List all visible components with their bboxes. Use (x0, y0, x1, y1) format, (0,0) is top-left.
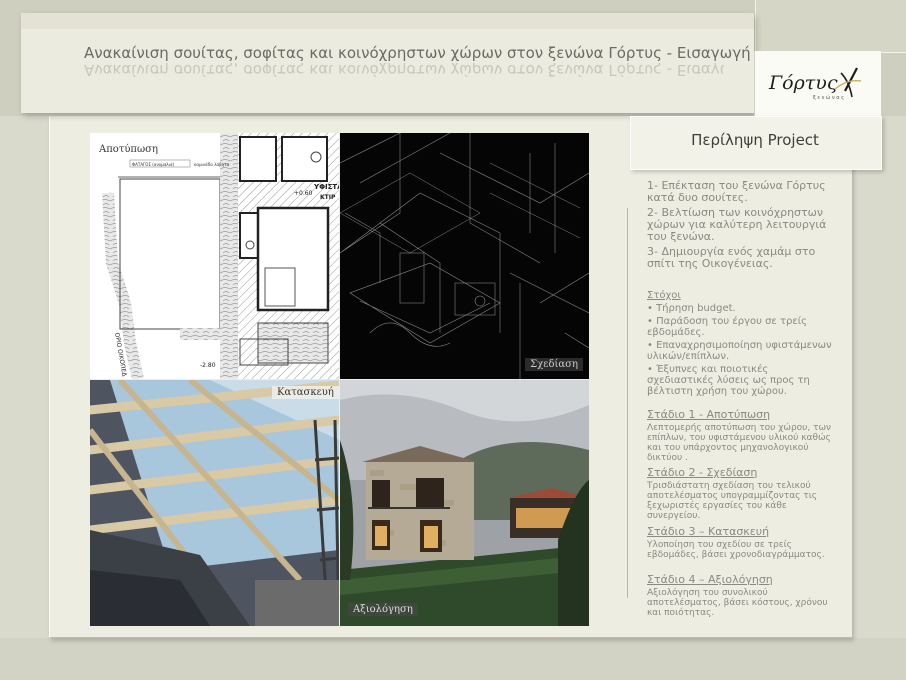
stage-4-text: Αξιολόγηση του συνολικού αποτελέσματος, … (647, 588, 828, 618)
goal-item: • Τήρηση budget. (647, 303, 736, 314)
logo: Γόρτυς ξ ε ν ώ ν α ς (754, 51, 881, 117)
intro-list: 1- Επέκταση του ξενώνα Γόρτυς κατά δυο σ… (647, 180, 837, 273)
bottom-band (0, 638, 906, 680)
survey-building-label: ΚΤΙΡ (320, 194, 336, 201)
goals-section: Στόχοι • Τήρηση budget. • Παράδοση του έ… (647, 290, 837, 399)
intro-item: 1- Επέκταση του ξενώνα Γόρτυς κατά δυο σ… (647, 179, 826, 204)
construction-image: Κατασκευή (90, 380, 339, 626)
column-divider (627, 208, 628, 598)
survey-label: Αποτύπωση (94, 143, 163, 156)
survey-drainage-label: καμινάδα λάβητα (194, 162, 230, 167)
goal-item: • Έξυπνες και ποιοτικές σχεδιαστικές λύσ… (647, 364, 810, 397)
stage-2-text: Τρισδιάστατη σχεδίαση του τελικού αποτελ… (647, 481, 818, 521)
floor-plan-drawing: ΦΑΤΑΓΟΣ (ανομαλιά) καμινάδα λάβητα ΥΦΙΣΤ… (90, 133, 339, 379)
top-right-panel (755, 0, 906, 53)
goals-heading: Στόχοι (647, 290, 681, 301)
stage-2-heading: Στάδιο 2 - Σχεδίαση (647, 466, 758, 479)
stage-4-heading: Στάδιο 4 – Αξιολόγηση (647, 573, 773, 586)
summary-title: Περίληψη Project (691, 131, 819, 149)
logo-text: Γόρτυς (768, 72, 838, 94)
survey-image: ΦΑΤΑΓΟΣ (ανομαλιά) καμινάδα λάβητα ΥΦΙΣΤ… (90, 133, 339, 379)
construction-label: Κατασκευή (272, 386, 339, 399)
survey-floor-label: ΥΦΙΣΤΑ (313, 183, 339, 191)
intro-item: 2- Βελτίωση των κοινόχρηστων χώρων για κ… (647, 206, 827, 243)
stage-3: Στάδιο 3 – Κατασκευή Υλοποίηση του σχεδί… (647, 525, 837, 560)
survey-level-top: +0.60 (294, 190, 313, 197)
stage-1: Στάδιο 1 - Αποτύπωση Λεπτομερής αποτύπωσ… (647, 408, 837, 463)
design-image: Σχεδίαση (340, 133, 589, 379)
stage-2: Στάδιο 2 - Σχεδίαση Τρισδιάστατη σχεδίασ… (647, 466, 837, 521)
stage-4: Στάδιο 4 – Αξιολόγηση Αξιολόγηση του συν… (647, 573, 837, 618)
logo-subtext: ξ ε ν ώ ν α ς (813, 94, 844, 101)
goal-item: • Επαναχρησιμοποίηση υφιστάμενων υλικών/… (647, 340, 832, 362)
logo-mark-icon: Γόρτυς ξ ε ν ώ ν α ς (768, 67, 862, 101)
stone-house-photo (340, 380, 589, 626)
stage-3-text: Υλοποίηση του σχεδίου σε τρείς εβδομάδες… (647, 540, 825, 560)
page-title: Ανακαίνιση σουίτας, σοφίτας και κοινόχρη… (84, 44, 751, 62)
wireframe-render (340, 133, 589, 379)
goal-item: • Παράδοση του έργου σε τρείς εβδομάδες. (647, 316, 808, 338)
evaluation-label: Αξιολόγηση (348, 603, 418, 616)
design-label: Σχεδίαση (525, 358, 583, 371)
stage-1-heading: Στάδιο 1 - Αποτύπωση (647, 408, 771, 421)
page-title-reflection: Ανακαίνιση σουίτας, σοφίτας και κοινόχρη… (84, 63, 724, 77)
survey-facade-label: ΦΑΤΑΓΟΣ (ανομαλιά) (132, 162, 175, 167)
intro-item: 3- Δημιουργία ενός χαμάμ στο σπίτι της Ο… (647, 245, 816, 270)
roof-construction-photo (90, 380, 339, 626)
stage-1-text: Λεπτομερής αποτύπωση του χώρου, των επίπ… (647, 423, 832, 463)
evaluation-image: Αξιολόγηση (340, 380, 589, 626)
survey-level-bottom: -2.80 (200, 362, 216, 369)
stage-3-heading: Στάδιο 3 – Κατασκευή (647, 525, 770, 538)
